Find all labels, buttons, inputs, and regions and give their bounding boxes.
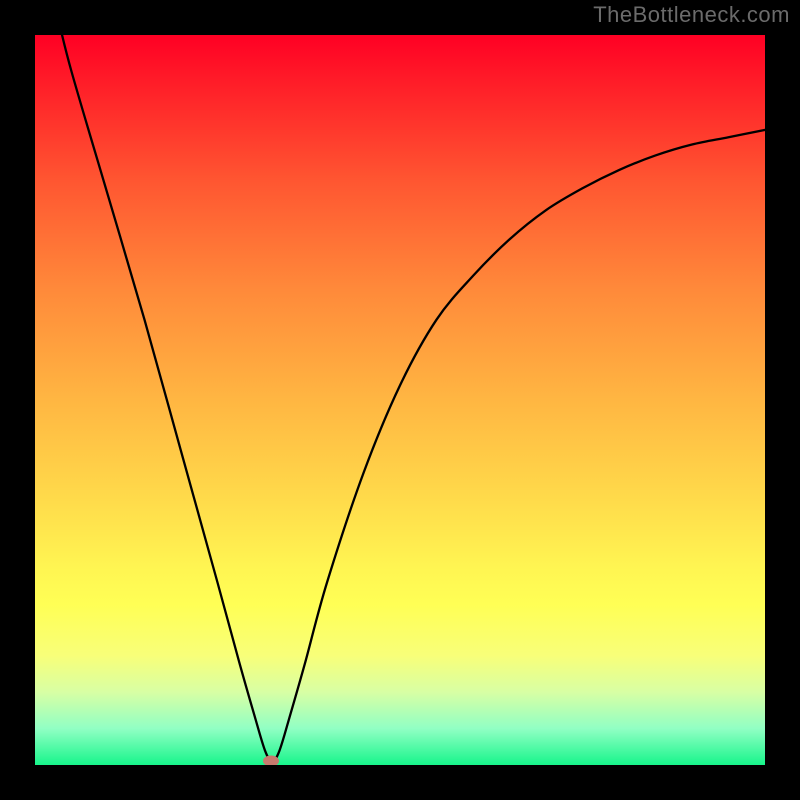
plot-area [35,35,765,765]
curve-svg [35,35,765,765]
watermark-text: TheBottleneck.com [593,2,790,28]
chart-frame: TheBottleneck.com [0,0,800,800]
minimum-marker [263,756,279,765]
curve-path [57,35,765,761]
